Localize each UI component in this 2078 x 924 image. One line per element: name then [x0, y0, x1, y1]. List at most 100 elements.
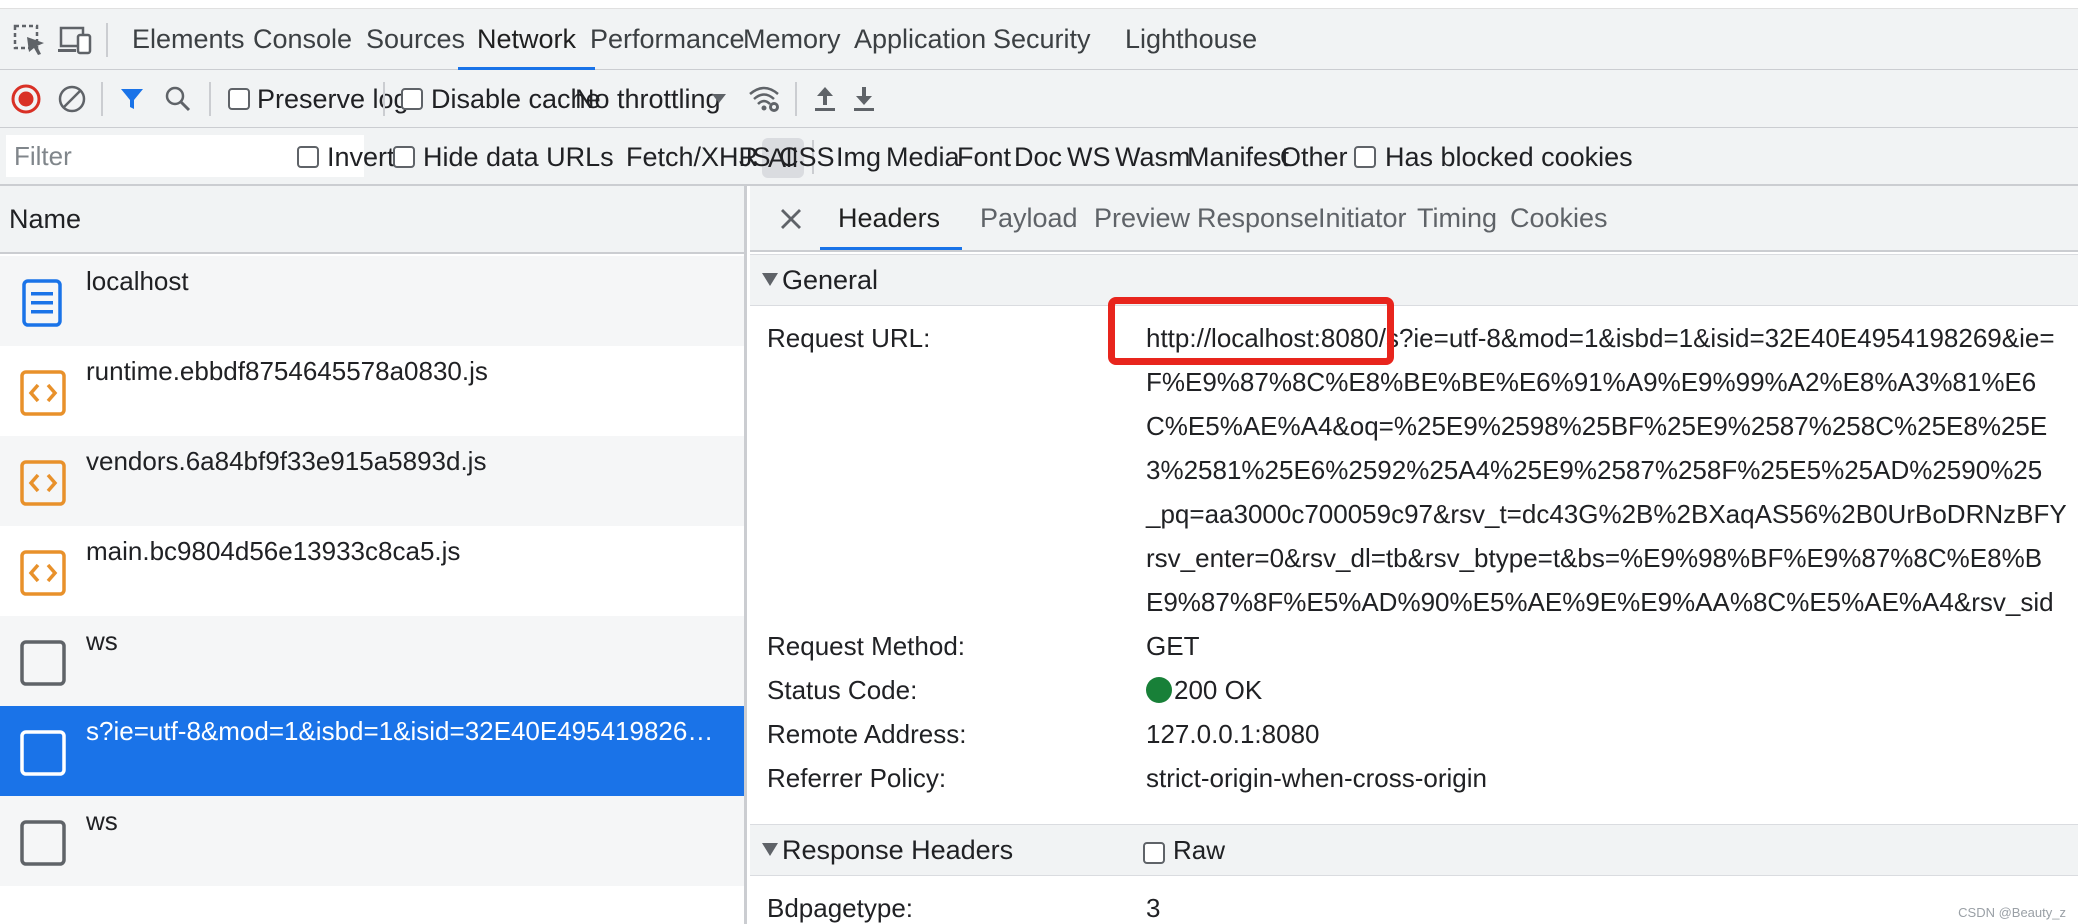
details-tab-bar: Headers Payload Preview Response Initiat…: [750, 186, 2078, 252]
filter-type-doc[interactable]: Doc: [1014, 128, 1062, 186]
search-icon[interactable]: [158, 79, 198, 119]
triangle-down-icon: [762, 273, 778, 286]
request-url-key: Request URL:: [767, 323, 931, 353]
request-url-value: _pq=aa3000c700059c97&rsv_t=dc43G%2B%2BXa…: [1146, 499, 2067, 529]
stop-recording-icon[interactable]: [6, 79, 46, 119]
request-row[interactable]: runtime.ebbdf8754645578a0830.js: [0, 346, 744, 436]
tab-response[interactable]: Response: [1197, 186, 1319, 250]
toolbar-divider: [209, 82, 211, 116]
has-blocked-cookies-checkbox[interactable]: [1354, 146, 1376, 168]
invert-label: Invert: [327, 142, 395, 172]
request-details-panel: Headers Payload Preview Response Initiat…: [750, 186, 2078, 924]
request-row[interactable]: ws: [0, 616, 744, 706]
tab-headers-label: Headers: [838, 203, 941, 233]
response-headers-section-header[interactable]: Response Headers Raw: [750, 824, 2078, 876]
response-headers-section-title: Response Headers: [782, 835, 1014, 865]
tab-timing[interactable]: Timing: [1417, 186, 1497, 250]
filter-type-wasm[interactable]: Wasm: [1115, 128, 1191, 186]
toolbar-divider: [106, 23, 108, 57]
request-url-value: C%E5%AE%A4&oq=%25E9%2598%25BF%25E9%2587%…: [1146, 411, 2048, 441]
tab-lighthouse[interactable]: Lighthouse: [1125, 9, 1257, 70]
referrer-policy-value: strict-origin-when-cross-origin: [1146, 763, 1487, 793]
tab-initiator[interactable]: Initiator: [1318, 186, 1407, 250]
filter-type-img[interactable]: Img: [836, 128, 881, 186]
tab-memory[interactable]: Memory: [743, 9, 841, 70]
request-url-value: E9%87%8F%E5%AD%90%E5%AE%9E%E9%AA%8C%E5%A…: [1146, 587, 2054, 617]
chevron-down-icon[interactable]: [703, 79, 743, 119]
filter-icon[interactable]: [112, 79, 152, 119]
triangle-down-icon: [762, 843, 778, 856]
filter-type-js[interactable]: JS: [739, 128, 771, 186]
tab-application[interactable]: Application: [854, 9, 986, 70]
import-har-icon[interactable]: [805, 79, 845, 119]
request-method-key: Request Method:: [767, 631, 966, 661]
name-column-header[interactable]: Name: [0, 186, 744, 254]
request-name: s?ie=utf-8&mod=1&isbd=1&isid=32E40E49541…: [86, 716, 714, 746]
clear-icon[interactable]: [52, 79, 92, 119]
has-blocked-cookies-label: Has blocked cookies: [1385, 142, 1633, 172]
tab-network[interactable]: Network: [458, 9, 596, 70]
script-icon: [18, 368, 68, 418]
websocket-icon: [18, 818, 68, 868]
inspect-element-icon[interactable]: [12, 23, 50, 57]
tab-console[interactable]: Console: [253, 9, 352, 70]
document-icon: [18, 278, 68, 328]
filter-type-ws[interactable]: WS: [1067, 128, 1111, 186]
filter-type-css[interactable]: CSS: [779, 128, 835, 186]
raw-checkbox[interactable]: [1143, 842, 1165, 864]
toolbar-divider: [101, 82, 103, 116]
tab-cookies[interactable]: Cookies: [1510, 186, 1608, 250]
websocket-icon: [18, 638, 68, 688]
filter-type-other[interactable]: Other: [1280, 128, 1348, 186]
raw-label: Raw: [1173, 835, 1226, 865]
request-url-value: 3%2581%25E6%2592%25A4%25E9%2587%258F%25E…: [1146, 455, 2043, 485]
tab-headers[interactable]: Headers: [820, 186, 963, 250]
close-icon[interactable]: [774, 202, 808, 236]
general-section-header[interactable]: General: [750, 254, 2078, 306]
request-row[interactable]: ws: [0, 796, 744, 886]
request-name: ws: [86, 806, 118, 836]
export-har-icon[interactable]: [844, 79, 884, 119]
filter-type-media[interactable]: Media: [886, 128, 960, 186]
annotation-highlight-box: [1108, 297, 1394, 365]
filter-type-manifest[interactable]: Manifest: [1187, 128, 1289, 186]
request-name: vendors.6a84bf9f33e915a5893d.js: [86, 446, 487, 476]
preserve-log-checkbox[interactable]: [228, 88, 250, 110]
tab-elements[interactable]: Elements: [132, 9, 245, 70]
bdpagetype-key: Bdpagetype:: [767, 893, 914, 923]
request-row[interactable]: localhost: [0, 256, 744, 346]
referrer-policy-key: Referrer Policy:: [767, 763, 947, 793]
hide-data-urls-checkbox[interactable]: [393, 146, 415, 168]
request-url-value: F%E9%87%8C%E8%BE%BE%E6%91%A9%E9%99%A2%E8…: [1146, 367, 2037, 397]
script-icon: [18, 458, 68, 508]
fetch-icon: [18, 728, 68, 778]
filter-type-font[interactable]: Font: [957, 128, 1011, 186]
devtools-tab-bar: Elements Console Sources Network Perform…: [0, 8, 2078, 70]
active-tab-indicator: [820, 247, 963, 250]
disable-cache-checkbox[interactable]: [401, 88, 423, 110]
general-section-title: General: [782, 265, 879, 295]
tab-performance[interactable]: Performance: [590, 9, 745, 70]
tab-security[interactable]: Security: [993, 9, 1091, 70]
network-conditions-icon[interactable]: [744, 79, 784, 119]
request-name: localhost: [86, 266, 189, 296]
tab-network-label: Network: [477, 24, 577, 54]
throttling-select[interactable]: No throttling: [575, 70, 721, 128]
request-name: runtime.ebbdf8754645578a0830.js: [86, 356, 488, 386]
bdpagetype-value: 3: [1146, 893, 1161, 923]
toolbar-divider: [383, 82, 385, 116]
tab-sources[interactable]: Sources: [366, 9, 465, 70]
tab-preview[interactable]: Preview: [1094, 186, 1190, 250]
status-code-value: 200 OK: [1146, 675, 1262, 706]
device-toolbar-icon[interactable]: [56, 23, 94, 57]
request-url-value: rsv_enter=0&rsv_dl=tb&rsv_btype=t&bs=%E9…: [1146, 543, 2043, 573]
request-row[interactable]: main.bc9804d56e13933c8ca5.js: [0, 526, 744, 616]
request-method-value: GET: [1146, 631, 1200, 661]
request-row[interactable]: vendors.6a84bf9f33e915a5893d.js: [0, 436, 744, 526]
invert-checkbox[interactable]: [297, 146, 319, 168]
tab-payload[interactable]: Payload: [980, 186, 1078, 250]
request-row-selected[interactable]: s?ie=utf-8&mod=1&isbd=1&isid=32E40E49541…: [0, 706, 744, 796]
request-name: main.bc9804d56e13933c8ca5.js: [86, 536, 461, 566]
status-code-key: Status Code:: [767, 675, 918, 705]
filter-bar: Invert Hide data URLs All Fetch/XHR JS C…: [0, 128, 2078, 186]
